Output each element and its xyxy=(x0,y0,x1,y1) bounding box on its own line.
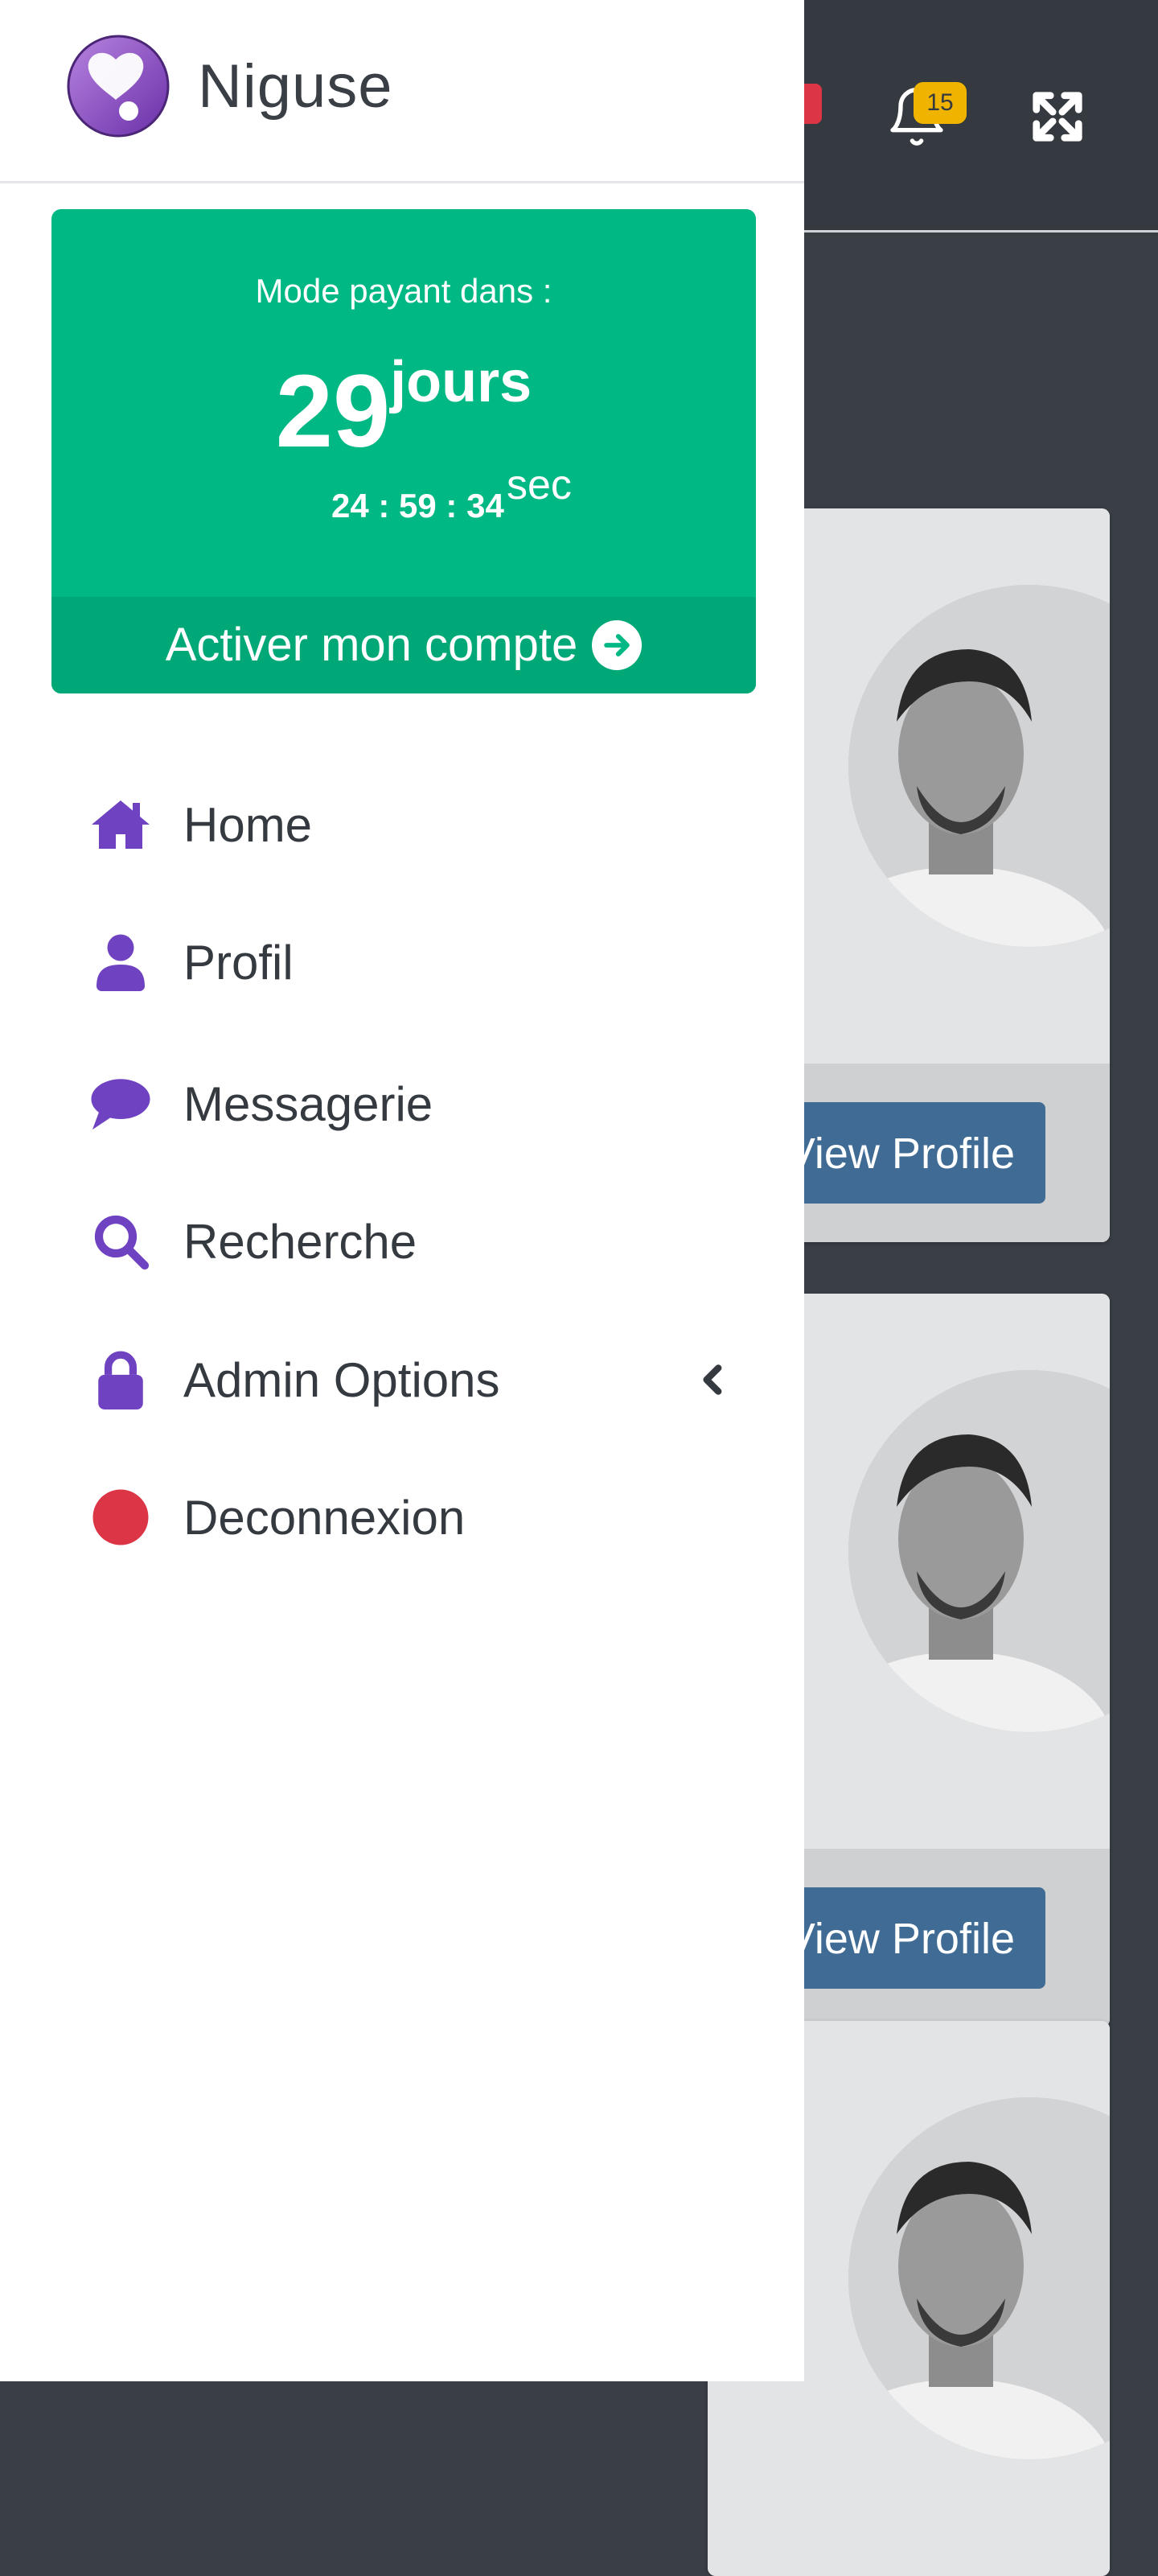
activate-account-label: Activer mon compte xyxy=(165,619,578,671)
time-unit: sec xyxy=(507,462,572,508)
chevron-left-icon[interactable] xyxy=(693,1360,733,1400)
user-icon xyxy=(88,930,153,994)
arrow-right-icon xyxy=(592,620,643,670)
drawer-header: Niguse xyxy=(0,0,804,183)
sidebar-item-label: Recherche xyxy=(183,1214,417,1269)
sidebar-item-label: Profil xyxy=(183,935,294,990)
sidebar-item-deconnexion[interactable]: Deconnexion xyxy=(0,1461,804,1574)
home-icon xyxy=(88,792,153,857)
app-name: Niguse xyxy=(198,52,393,121)
sidebar-item-admin-options[interactable]: Admin Options xyxy=(0,1323,804,1436)
profile-avatar xyxy=(848,1370,1110,1732)
days-remaining: 29jours xyxy=(51,350,756,471)
sidebar-item-label: Messagerie xyxy=(183,1076,433,1131)
trial-countdown-card: Mode payant dans : 29jours 24 : 59 : 34 … xyxy=(51,209,756,693)
lock-icon xyxy=(88,1348,153,1412)
profile-avatar xyxy=(848,2097,1110,2459)
sidebar-item-label: Deconnexion xyxy=(183,1490,466,1545)
app-logo[interactable] xyxy=(66,34,170,138)
profile-avatar xyxy=(848,585,1110,947)
sidebar-item-label: Home xyxy=(183,797,313,852)
days-number: 29 xyxy=(275,354,391,469)
activate-account-button[interactable]: Activer mon compte xyxy=(51,597,756,693)
sidebar-item-label: Admin Options xyxy=(183,1352,500,1407)
time-remaining: 24 : 59 : 34 sec xyxy=(51,462,756,559)
countdown-label: Mode payant dans : xyxy=(255,272,552,310)
fullscreen-expand-icon[interactable] xyxy=(1029,88,1086,145)
search-icon xyxy=(88,1209,153,1274)
side-drawer: Niguse Mode payant dans : 29jours 24 : 5… xyxy=(0,0,804,2381)
days-unit: jours xyxy=(390,350,532,414)
red-dot-icon xyxy=(88,1485,153,1549)
time-value: 24 : 59 : 34 xyxy=(331,487,504,525)
sidebar-item-profil[interactable]: Profil xyxy=(0,906,804,1018)
notification-count-badge: 15 xyxy=(914,82,967,124)
chat-bubble-icon xyxy=(88,1072,153,1136)
sidebar-item-messagerie[interactable]: Messagerie xyxy=(0,1047,804,1160)
sidebar-item-home[interactable]: Home xyxy=(0,768,804,881)
sidebar-item-recherche[interactable]: Recherche xyxy=(0,1185,804,1298)
